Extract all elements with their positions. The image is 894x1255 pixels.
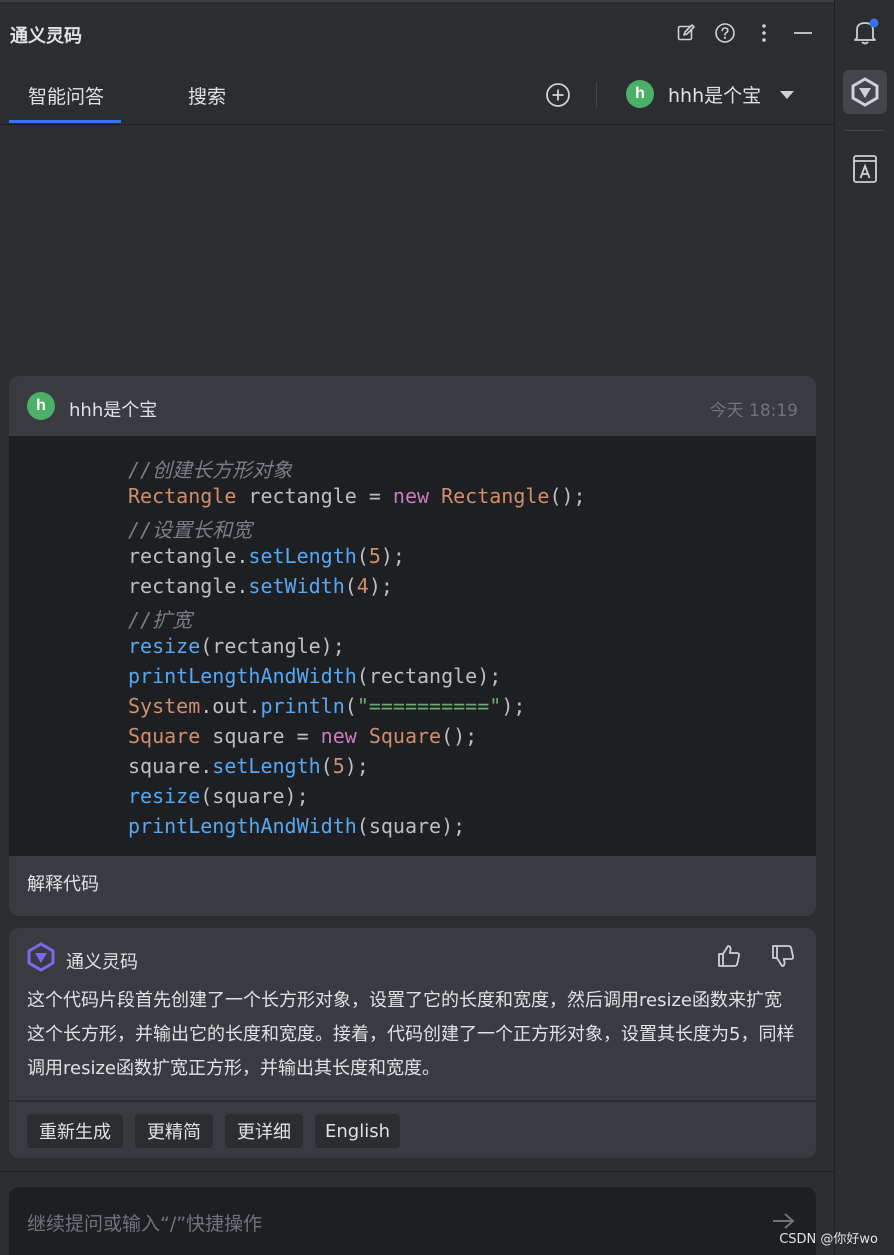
code-line: printLengthAndWidth(square); [128,814,466,838]
divider [596,82,597,108]
code-line: square.setLength(5); [128,754,369,778]
thumbs-up-icon[interactable] [715,942,743,970]
documentation-book-icon[interactable] [847,150,883,186]
divider [9,1100,816,1102]
user-name: hhh是个宝 [668,84,762,107]
code-line: //创建长方形对象 [128,458,293,482]
code-line: resize(rectangle); [128,634,345,658]
more-detailed-button[interactable]: 更详细 [225,1114,303,1148]
code-line: resize(square); [128,784,309,808]
code-line: printLengthAndWidth(rectangle); [128,664,502,688]
user-menu[interactable]: h hhh是个宝 [626,80,795,108]
code-line: Square square = new Square(); [128,724,478,748]
assistant-message-card: 通义灵码 这个代码片段首先创建了一个长方形对象，设置了它的长度和宽度，然后调用r… [9,928,816,1158]
help-icon[interactable] [714,22,736,44]
assistant-name: 通义灵码 [66,952,138,973]
code-line: System.out.println("=========="); [128,694,526,718]
minimize-icon[interactable] [792,22,814,44]
english-button[interactable]: English [315,1114,400,1148]
tongyi-logo-icon [26,942,56,972]
regenerate-button[interactable]: 重新生成 [27,1114,123,1148]
tab-search[interactable]: 搜索 [188,82,226,109]
tongyi-logo-icon [851,77,879,107]
tab-bar: 智能问答 搜索 h hhh是个宝 [0,64,834,125]
divider [0,1171,834,1172]
notifications-bell-icon[interactable] [847,14,883,50]
message-timestamp: 今天 18:19 [709,401,798,421]
edit-icon[interactable] [675,22,697,44]
more-options-icon[interactable] [753,22,775,44]
right-tool-strip [834,0,894,1255]
message-author: hhh是个宝 [69,400,158,421]
tab-smart-qa[interactable]: 智能问答 [28,82,104,109]
chat-panel: 通义灵码 智能问答 搜索 h hhh是个宝 h hhh是个宝 今天 18:19 … [0,0,834,1255]
divider [845,130,885,131]
active-tab-indicator [9,120,121,123]
avatar: h [27,392,55,420]
code-line: rectangle.setLength(5); [128,544,405,568]
code-block[interactable]: //创建长方形对象 Rectangle rectangle = new Rect… [9,436,816,856]
action-label: 解释代码 [27,874,99,895]
code-line: //设置长和宽 [128,518,253,542]
watermark: CSDN @你好wo [779,1232,878,1247]
chat-input-placeholder: 继续提问或输入“/”快捷操作 [27,1213,263,1235]
avatar: h [626,80,654,108]
thumbs-down-icon[interactable] [769,942,797,970]
user-message-card: h hhh是个宝 今天 18:19 //创建长方形对象 Rectangle re… [9,376,816,916]
code-line: rectangle.setWidth(4); [128,574,393,598]
chevron-down-icon[interactable] [779,85,795,104]
assistant-reply-text: 这个代码片段首先创建了一个长方形对象，设置了它的长度和宽度，然后调用resize… [27,990,795,1079]
more-concise-button[interactable]: 更精简 [135,1114,213,1148]
chat-input[interactable]: 继续提问或输入“/”快捷操作 [9,1187,816,1255]
app-title: 通义灵码 [10,26,82,47]
code-line: //扩宽 [128,608,193,632]
title-bar: 通义灵码 [0,0,834,64]
tongyi-tool-button[interactable] [843,70,887,114]
code-line: Rectangle rectangle = new Rectangle(); [128,484,586,508]
new-chat-icon[interactable] [544,81,572,109]
